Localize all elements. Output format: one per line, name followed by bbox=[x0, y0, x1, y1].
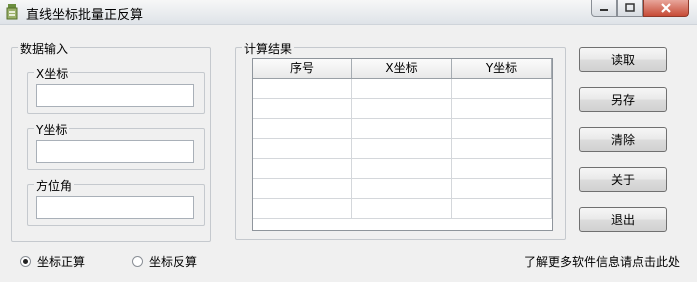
column-header-index[interactable]: 序号 bbox=[253, 59, 352, 78]
table-cell bbox=[253, 179, 352, 198]
table-row[interactable] bbox=[253, 119, 552, 139]
x-coordinate-input[interactable] bbox=[36, 84, 194, 107]
forward-calc-radio[interactable]: 坐标正算 bbox=[20, 253, 85, 270]
table-cell bbox=[253, 139, 352, 158]
table-cell bbox=[452, 139, 552, 158]
result-legend: 计算结果 bbox=[242, 40, 295, 57]
data-input-group: 数据输入 X坐标 Y坐标 方位角 bbox=[11, 40, 211, 242]
table-cell bbox=[452, 179, 552, 198]
table-cell bbox=[253, 79, 352, 98]
inverse-calc-label: 坐标反算 bbox=[149, 255, 198, 269]
column-header-y[interactable]: Y坐标 bbox=[452, 59, 552, 78]
azimuth-group: 方位角 bbox=[27, 177, 205, 226]
data-input-legend: 数据输入 bbox=[18, 40, 71, 57]
table-cell bbox=[352, 79, 452, 98]
table-cell bbox=[352, 139, 452, 158]
about-button[interactable]: 关于 bbox=[579, 167, 667, 192]
app-icon bbox=[6, 4, 18, 20]
close-button[interactable] bbox=[643, 0, 689, 17]
more-info-link[interactable]: 了解更多软件信息请点击此处 bbox=[524, 253, 680, 270]
result-table[interactable]: 序号 X坐标 Y坐标 bbox=[252, 58, 553, 231]
table-cell bbox=[253, 99, 352, 118]
table-cell bbox=[352, 199, 452, 218]
table-cell bbox=[253, 199, 352, 218]
maximize-icon bbox=[625, 3, 635, 12]
table-cell bbox=[452, 99, 552, 118]
clear-button[interactable]: 清除 bbox=[579, 127, 667, 152]
table-row[interactable] bbox=[253, 139, 552, 159]
y-coordinate-group: Y坐标 bbox=[27, 121, 205, 170]
y-coordinate-input[interactable] bbox=[36, 140, 194, 163]
table-row[interactable] bbox=[253, 199, 552, 219]
table-row[interactable] bbox=[253, 79, 552, 99]
column-header-x[interactable]: X坐标 bbox=[352, 59, 452, 78]
minimize-icon bbox=[600, 9, 608, 11]
exit-button[interactable]: 退出 bbox=[579, 207, 667, 232]
forward-calc-label: 坐标正算 bbox=[37, 255, 86, 269]
table-cell bbox=[452, 79, 552, 98]
table-cell bbox=[352, 99, 452, 118]
table-cell bbox=[452, 119, 552, 138]
table-cell bbox=[352, 179, 452, 198]
minimize-button[interactable] bbox=[591, 0, 617, 17]
inverse-calc-radio[interactable]: 坐标反算 bbox=[132, 253, 197, 270]
maximize-button[interactable] bbox=[617, 0, 643, 17]
x-coordinate-group: X坐标 bbox=[27, 65, 205, 114]
radio-checked-icon bbox=[20, 256, 31, 267]
read-button[interactable]: 读取 bbox=[579, 47, 667, 72]
table-row[interactable] bbox=[253, 179, 552, 199]
table-cell bbox=[253, 159, 352, 178]
client-area: 数据输入 X坐标 Y坐标 方位角 计算结果 序号 X坐标 Y坐标 读取 另存 清… bbox=[3, 27, 694, 279]
x-coordinate-label: X坐标 bbox=[34, 65, 71, 82]
azimuth-input[interactable] bbox=[36, 196, 194, 219]
table-header: 序号 X坐标 Y坐标 bbox=[253, 59, 552, 79]
table-cell bbox=[452, 159, 552, 178]
table-cell bbox=[452, 199, 552, 218]
table-cell bbox=[253, 119, 352, 138]
azimuth-label: 方位角 bbox=[34, 177, 75, 194]
table-row[interactable] bbox=[253, 99, 552, 119]
result-group: 计算结果 序号 X坐标 Y坐标 bbox=[235, 40, 566, 240]
radio-unchecked-icon bbox=[132, 256, 143, 267]
title-bar: 直线坐标批量正反算 bbox=[0, 0, 697, 25]
window-title: 直线坐标批量正反算 bbox=[26, 8, 144, 23]
table-cell bbox=[352, 159, 452, 178]
save-as-button[interactable]: 另存 bbox=[579, 87, 667, 112]
table-cell bbox=[352, 119, 452, 138]
close-icon bbox=[661, 3, 671, 13]
table-row[interactable] bbox=[253, 159, 552, 179]
y-coordinate-label: Y坐标 bbox=[34, 121, 70, 138]
